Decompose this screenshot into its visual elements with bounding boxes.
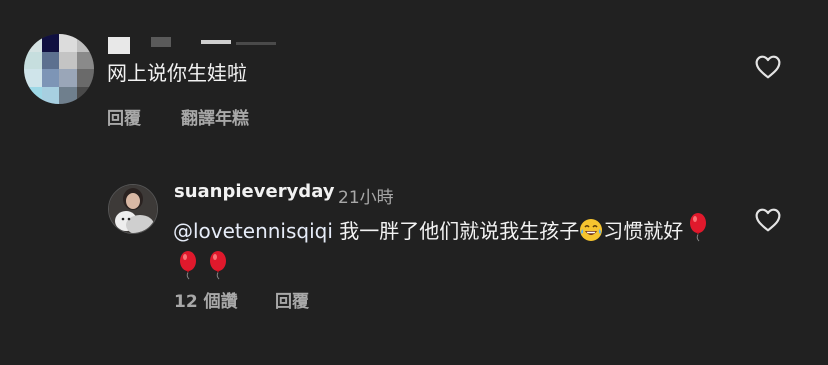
- likes-count-button[interactable]: 12 個讚: [174, 287, 238, 312]
- reply-button[interactable]: 回覆: [107, 104, 141, 129]
- commenter-avatar[interactable]: [24, 34, 94, 104]
- balloon-emoji-icon: [173, 250, 203, 288]
- mention-link[interactable]: @lovetennisqiqi: [173, 219, 333, 243]
- translate-button[interactable]: 翻譯年糕: [181, 104, 249, 129]
- reply-button[interactable]: 回覆: [275, 287, 309, 312]
- censored-username: [106, 34, 286, 54]
- reply-text-part1: 我一胖了他们就说我生孩子: [332, 219, 580, 243]
- balloon-emoji-icon: [683, 212, 713, 250]
- reply-timestamp: 21小時: [338, 188, 394, 208]
- reply-text-part2: 习惯就好: [603, 219, 684, 243]
- heart-icon[interactable]: [755, 208, 781, 232]
- balloon-emoji-icon: [203, 250, 233, 288]
- pixelated-avatar-image: [24, 34, 94, 104]
- reply-username[interactable]: suanpieveryday: [174, 181, 335, 202]
- laugh-emoji-icon: [579, 218, 603, 250]
- heart-icon[interactable]: [755, 55, 781, 79]
- comment-text: 网上说你生娃啦: [107, 61, 247, 85]
- comment-thread: 网上说你生娃啦 回覆 翻譯年糕 suanpieveryday 21小時 @lov…: [0, 0, 828, 365]
- reply-text: @lovetennisqiqi 我一胖了他们就说我生孩子 习惯就好: [173, 212, 733, 288]
- avatar-photo-icon: [109, 185, 157, 233]
- reply-avatar[interactable]: [108, 184, 158, 234]
